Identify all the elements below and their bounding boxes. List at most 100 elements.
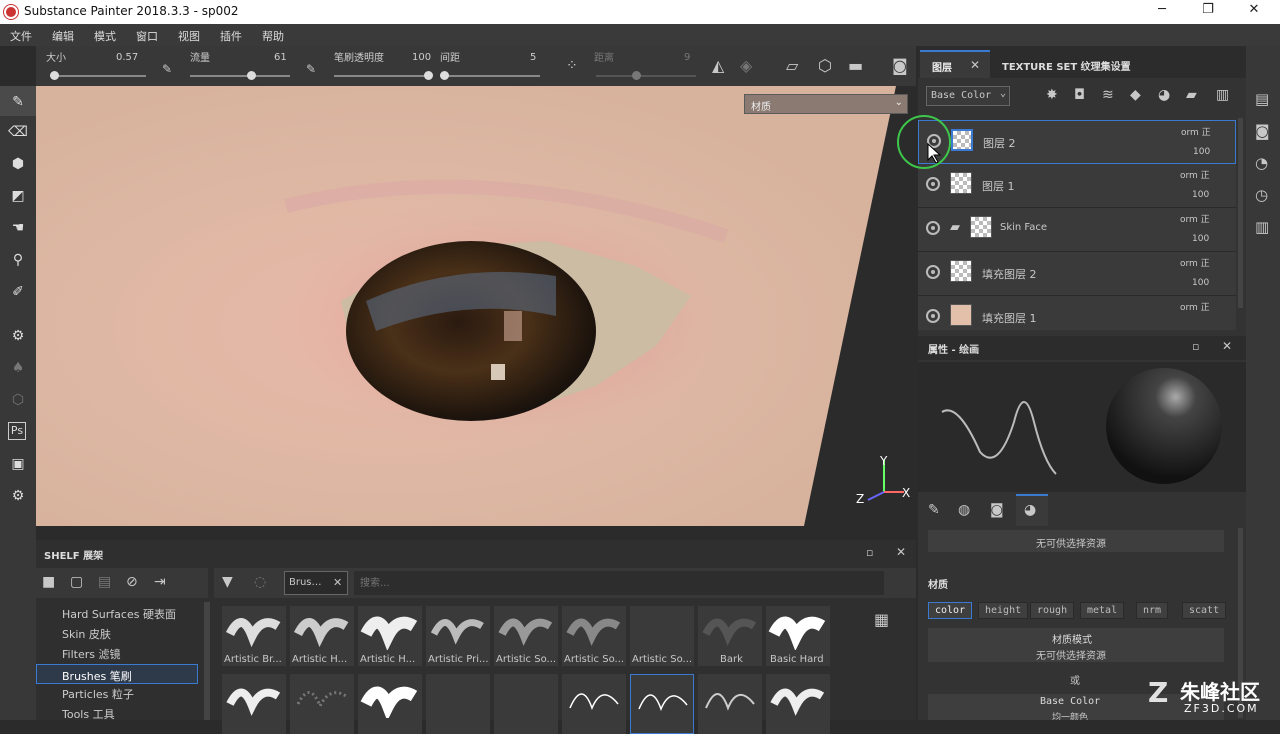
- photoshop-export-icon[interactable]: Ps: [8, 422, 26, 440]
- alpha-tab-icon[interactable]: ◍: [958, 502, 970, 518]
- layer-blend[interactable]: orm 正: [1180, 212, 1210, 225]
- video-camera-icon[interactable]: ▬: [848, 56, 863, 75]
- lazy-mouse-icon[interactable]: ⁘: [566, 58, 578, 74]
- brush-thumb[interactable]: [358, 674, 422, 734]
- category-filters[interactable]: Filters 滤镜: [62, 646, 120, 662]
- shelf-close-icon[interactable]: ✕: [896, 545, 906, 559]
- filter-tag[interactable]: Brus… ✕: [284, 571, 348, 595]
- category-brushes[interactable]: Brushes 笔刷: [36, 664, 198, 684]
- history-icon[interactable]: ◷: [1255, 186, 1268, 204]
- layer-blend[interactable]: orm 正: [1180, 300, 1210, 313]
- symmetry-options-icon[interactable]: ◈: [740, 56, 752, 75]
- settings-icon[interactable]: ⚙: [8, 486, 28, 506]
- spacing-slider[interactable]: [440, 71, 540, 80]
- add-folder-icon[interactable]: ▰: [1186, 87, 1197, 103]
- layer-row[interactable]: 图层 1 orm 正 100: [918, 164, 1236, 208]
- tab-texture-set[interactable]: TEXTURE SET 纹理集设置: [1002, 58, 1131, 73]
- export-icon[interactable]: ▣: [8, 454, 28, 474]
- opacity-slider[interactable]: [334, 71, 433, 80]
- pen-pressure-icon[interactable]: ✎: [162, 62, 172, 76]
- menu-window[interactable]: 窗口: [136, 28, 158, 44]
- bake-icon[interactable]: ⚙: [8, 326, 28, 346]
- smart-material-icon[interactable]: ◕: [1158, 87, 1170, 103]
- layer-blend[interactable]: orm 正: [1180, 168, 1210, 181]
- maximize-button[interactable]: ❐: [1198, 2, 1218, 22]
- flow-slider[interactable]: [190, 71, 290, 80]
- menu-help[interactable]: 帮助: [262, 28, 284, 44]
- minimize-button[interactable]: ─: [1152, 2, 1172, 22]
- screenshot-camera-icon[interactable]: ◙: [892, 56, 908, 75]
- tab-close-icon[interactable]: ✕: [970, 58, 980, 72]
- material-mode-slot[interactable]: 材质模式 无可供选择资源: [928, 628, 1224, 662]
- brush-thumb[interactable]: [698, 674, 762, 734]
- resource-slot[interactable]: 无可供选择资源: [928, 530, 1224, 552]
- mask-icon[interactable]: ◘: [1074, 87, 1085, 103]
- channel-select[interactable]: Base Color ⌄: [926, 86, 1010, 106]
- grid-view-icon[interactable]: ▦: [874, 610, 889, 629]
- layer-row[interactable]: 填充图层 1 orm 正: [918, 296, 1236, 330]
- category-particles[interactable]: Particles 粒子: [62, 686, 134, 702]
- menu-edit[interactable]: 编辑: [52, 28, 74, 44]
- save-icon[interactable]: ▤: [98, 574, 111, 590]
- tab-layers[interactable]: 图层 ✕: [920, 50, 990, 78]
- filter-icon[interactable]: ▼: [222, 574, 233, 590]
- properties-float-icon[interactable]: ▫: [1192, 340, 1199, 353]
- close-button[interactable]: ✕: [1244, 2, 1264, 22]
- category-hard-surfaces[interactable]: Hard Surfaces 硬表面: [62, 606, 176, 622]
- brush-thumb[interactable]: [562, 674, 626, 734]
- eraser-icon[interactable]: ⌫: [8, 122, 28, 142]
- channel-rough[interactable]: rough: [1030, 602, 1075, 619]
- menu-file[interactable]: 文件: [10, 28, 32, 44]
- clone-stamp-icon[interactable]: ⚲: [8, 250, 28, 270]
- distance-value[interactable]: 9: [684, 52, 690, 63]
- visibility-eye-icon[interactable]: [926, 265, 940, 279]
- channel-scatt[interactable]: scatt: [1182, 602, 1227, 619]
- smudge-icon[interactable]: ☚: [8, 218, 28, 238]
- layer-opacity[interactable]: 100: [1192, 234, 1209, 244]
- flow-pressure-icon[interactable]: ✎: [306, 62, 316, 76]
- size-value[interactable]: 0.57: [116, 52, 138, 63]
- channel-height[interactable]: height: [978, 602, 1029, 619]
- symmetry-icon[interactable]: ◭: [712, 56, 724, 75]
- effects-icon[interactable]: ✸: [1046, 87, 1058, 103]
- flow-value[interactable]: 61: [274, 52, 287, 63]
- size-slider[interactable]: [50, 71, 146, 80]
- cube-view-icon[interactable]: ⬡: [818, 56, 832, 75]
- properties-close-icon[interactable]: ✕: [1222, 339, 1232, 353]
- visibility-eye-icon[interactable]: [926, 221, 940, 235]
- projection-tool-icon[interactable]: ⬢: [8, 154, 28, 174]
- layer-opacity[interactable]: 100: [1192, 190, 1209, 200]
- shelf-search-input[interactable]: [354, 571, 884, 595]
- stencil-tab-icon[interactable]: ◙: [990, 502, 1004, 518]
- add-layer-icon[interactable]: ≋: [1102, 87, 1114, 103]
- layer-blend[interactable]: orm 正: [1181, 125, 1211, 138]
- shelf-float-icon[interactable]: ▫: [866, 546, 873, 559]
- fill-layer-icon[interactable]: ◆: [1130, 87, 1141, 103]
- projection-icon[interactable]: ▱: [786, 56, 798, 75]
- channel-nrm[interactable]: nrm: [1136, 602, 1169, 619]
- channel-metal[interactable]: metal: [1080, 602, 1125, 619]
- log-icon[interactable]: ▥: [1255, 218, 1269, 236]
- color-picker-icon[interactable]: ✐: [8, 282, 28, 302]
- spacing-value[interactable]: 5: [530, 52, 536, 63]
- brush-tab-icon[interactable]: ✎: [928, 502, 940, 518]
- remove-tag-icon[interactable]: ✕: [333, 576, 342, 589]
- brush-thumb[interactable]: [290, 674, 354, 734]
- layer-blend[interactable]: orm 正: [1180, 256, 1210, 269]
- brush-thumb[interactable]: [426, 674, 490, 734]
- layer-row[interactable]: 填充图层 2 orm 正 100: [918, 252, 1236, 296]
- paint-brush-icon[interactable]: ✎: [8, 92, 28, 112]
- menu-plugins[interactable]: 插件: [220, 28, 242, 44]
- new-folder-icon[interactable]: ▢: [70, 574, 83, 590]
- texture-set-list-icon[interactable]: ▤: [1255, 90, 1269, 108]
- visibility-eye-icon[interactable]: [926, 177, 940, 191]
- display-settings-icon[interactable]: ◙: [1255, 122, 1270, 140]
- material-tab[interactable]: ◕: [1016, 494, 1048, 526]
- layer-opacity[interactable]: 100: [1192, 278, 1209, 288]
- brush-thumb[interactable]: [222, 674, 286, 734]
- visibility-eye-icon[interactable]: [926, 309, 940, 323]
- physics-icon[interactable]: ⬡: [8, 390, 28, 410]
- folder-icon[interactable]: ■: [42, 574, 55, 590]
- polygon-fill-icon[interactable]: ◩: [8, 186, 28, 206]
- refresh-icon[interactable]: ◌: [254, 574, 266, 590]
